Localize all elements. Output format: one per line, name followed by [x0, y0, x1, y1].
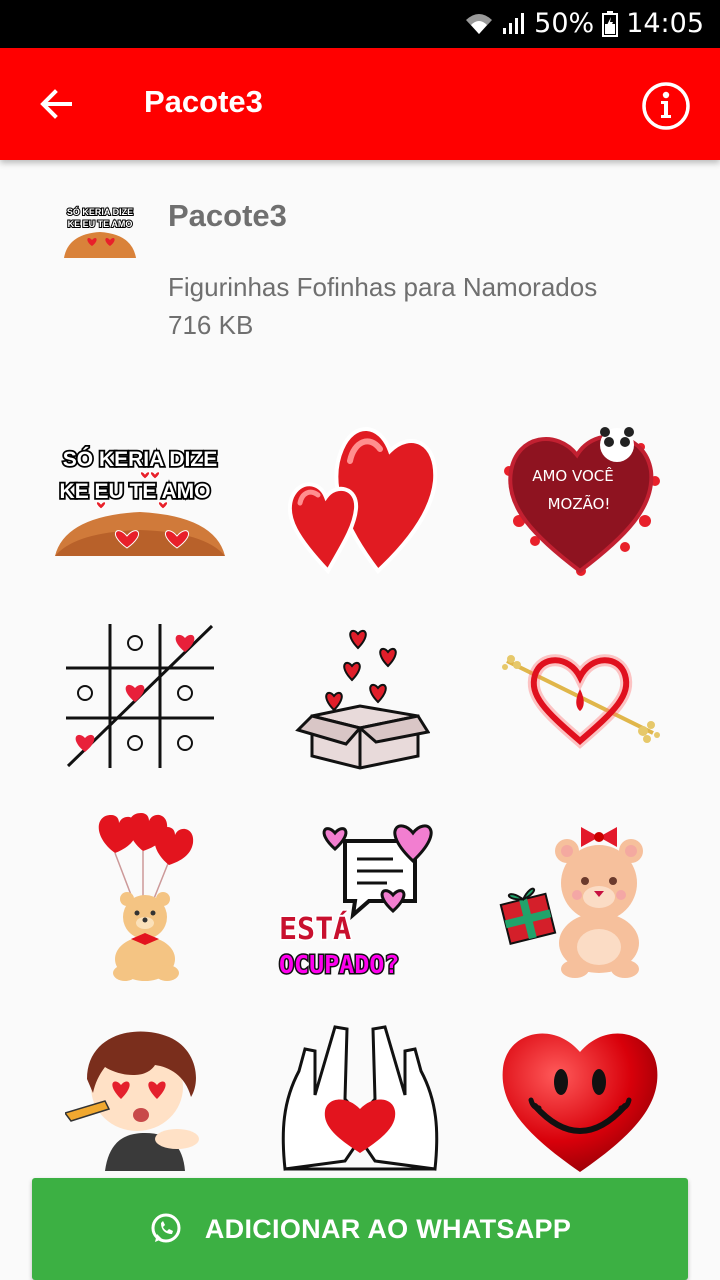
- pack-name: Pacote3: [168, 198, 287, 233]
- sticker-two-hearts[interactable]: [250, 396, 470, 596]
- sticker-keria-dize-image: SÓ KERIA DIZE KE EU TE AMO: [55, 445, 225, 556]
- signal-icon: [503, 12, 525, 34]
- back-button[interactable]: [28, 76, 84, 132]
- wifi-icon: [466, 13, 493, 34]
- sticker-keria-text2: KE EU TE AMO: [60, 480, 211, 503]
- whatsapp-icon: [151, 1213, 181, 1243]
- sticker-smiley-heart[interactable]: [470, 996, 690, 1196]
- sticker-esta-text2: OCUPADO?: [279, 950, 399, 979]
- sticker-bear-gift[interactable]: [470, 796, 690, 996]
- pack-publisher: Figurinhas Fofinhas para Namorados: [168, 272, 598, 302]
- info-button[interactable]: [640, 80, 692, 132]
- sticker-tic-tac-toe-image: [66, 624, 214, 768]
- arrow-back-icon: [40, 89, 72, 119]
- sticker-bear-gift-image: [499, 827, 643, 978]
- sticker-boy-heart-eyes[interactable]: [30, 996, 250, 1196]
- sticker-box-of-hearts[interactable]: [250, 596, 470, 796]
- sticker-amo-text2: MOZÃO!: [548, 494, 611, 513]
- app-bar: Pacote3: [0, 48, 720, 160]
- sticker-keria-dize[interactable]: SÓ KERIA DIZE KE EU TE AMO: [30, 396, 250, 596]
- sticker-bear-balloons[interactable]: [30, 796, 250, 996]
- tray-text-line2: KE EU TE AMO: [68, 219, 133, 229]
- sticker-amo-text1: AMO VOCÊ: [532, 466, 614, 485]
- battery-icon: [602, 10, 619, 37]
- sticker-smiley-heart-image: [502, 1033, 658, 1172]
- info-icon: [642, 82, 690, 130]
- sticker-keria-text1: SÓ KERIA DIZE: [63, 447, 217, 471]
- sticker-esta-ocupado[interactable]: ESTÁ OCUPADO?: [250, 796, 470, 996]
- page-title: Pacote3: [144, 84, 263, 119]
- tray-text-line1: SÓ KERIA DIZE: [67, 206, 133, 217]
- status-bar: 50% 14:05: [0, 0, 720, 48]
- sticker-grid: SÓ KERIA DIZE KE EU TE AMO AMO VOCÊ MOZÃ…: [30, 396, 690, 1196]
- sticker-bear-balloons-image: [98, 813, 194, 981]
- sticker-esta-text1: ESTÁ: [279, 911, 351, 947]
- clock: 14:05: [626, 8, 704, 39]
- sticker-hands-heart-image: [281, 1025, 439, 1171]
- sticker-amo-voce-image: AMO VOCÊ MOZÃO!: [504, 427, 660, 576]
- sticker-amo-voce-mozao[interactable]: AMO VOCÊ MOZÃO!: [470, 396, 690, 596]
- pack-header: SÓ KERIA DIZE KE EU TE AMO Pacote3 Figur…: [0, 160, 720, 380]
- sticker-box-image: [295, 629, 430, 770]
- sticker-heart-arrow[interactable]: [470, 596, 690, 796]
- pack-size: 716 KB: [168, 310, 254, 340]
- sticker-tic-tac-toe-hearts[interactable]: [30, 596, 250, 796]
- battery-percent: 50%: [534, 8, 595, 39]
- add-to-whatsapp-button[interactable]: ADICIONAR AO WHATSAPP: [32, 1178, 688, 1280]
- sticker-heart-arrow-image: [502, 654, 660, 749]
- pack-tray-image: SÓ KERIA DIZE KE EU TE AMO: [64, 200, 136, 258]
- sticker-two-hearts-image: [287, 427, 438, 575]
- sticker-esta-ocupado-image: ESTÁ OCUPADO?: [278, 824, 433, 981]
- add-button-label: ADICIONAR AO WHATSAPP: [204, 1213, 572, 1244]
- sticker-hands-heart[interactable]: [250, 996, 470, 1196]
- sticker-boy-image: [65, 1031, 199, 1171]
